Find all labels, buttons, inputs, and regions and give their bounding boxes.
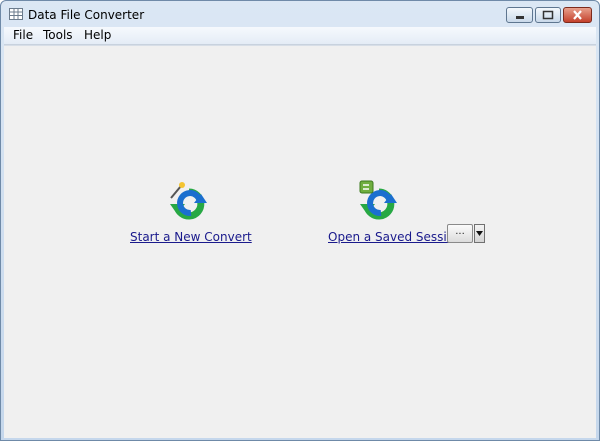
window-title: Data File Converter: [28, 8, 145, 22]
maximize-icon: [542, 10, 554, 20]
close-icon: [573, 10, 582, 20]
spreadsheet-icon: [9, 8, 23, 20]
menu-tools[interactable]: Tools: [43, 28, 73, 42]
browse-session-button[interactable]: ...: [447, 224, 473, 243]
main-window: Data File Converter File Tools Help Star…: [0, 0, 600, 441]
convert-session-icon[interactable]: [357, 180, 403, 226]
start-new-convert-link[interactable]: Start a New Convert: [130, 230, 252, 244]
title-bar[interactable]: Data File Converter: [1, 1, 599, 27]
recent-sessions-dropdown[interactable]: [474, 224, 485, 243]
open-saved-session-link[interactable]: Open a Saved Session: [328, 230, 462, 244]
minimize-icon: [516, 16, 524, 19]
chevron-down-icon: [476, 231, 483, 236]
convert-wand-icon[interactable]: [167, 180, 213, 226]
menu-file[interactable]: File: [13, 28, 33, 42]
menu-help[interactable]: Help: [84, 28, 111, 42]
menu-bar: File Tools Help: [4, 27, 596, 45]
client-area: Start a New Convert Open a Saved Session…: [4, 45, 596, 438]
minimize-button[interactable]: [506, 7, 533, 23]
close-button[interactable]: [563, 7, 592, 23]
maximize-button[interactable]: [535, 7, 561, 23]
